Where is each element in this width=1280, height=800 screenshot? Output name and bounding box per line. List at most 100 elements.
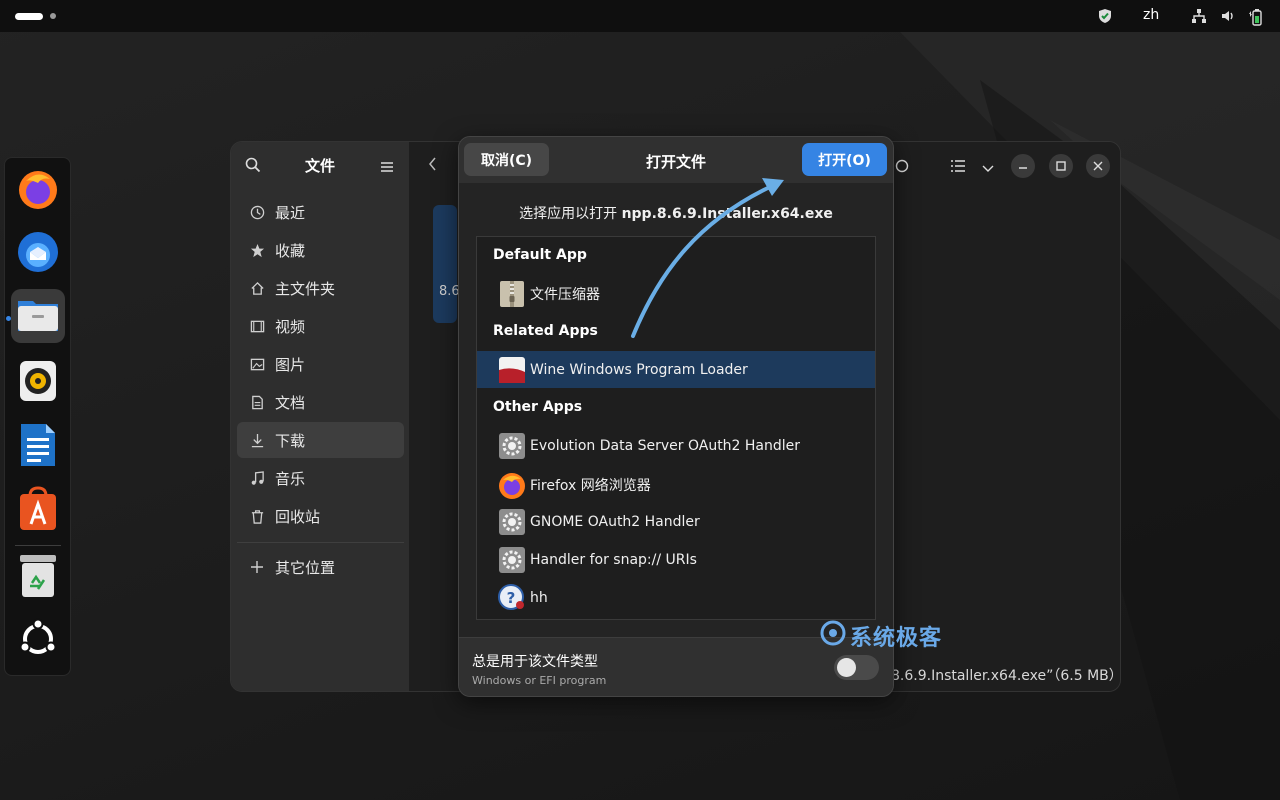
open-with-dialog: 取消(C) 打开文件 打开(O) 选择应用以打开 npp.8.6.9.Insta… <box>458 136 894 697</box>
section-default-app: Default App <box>493 247 587 263</box>
plus-icon <box>249 559 265 575</box>
top-bar: zh <box>0 0 1280 32</box>
app-row-evolution-oauth[interactable]: Evolution Data Server OAuth2 Handler <box>477 427 875 464</box>
dock-trash[interactable] <box>11 551 65 605</box>
sidebar-item-videos[interactable]: 视频 <box>237 308 404 344</box>
dialog-body: 选择应用以打开 npp.8.6.9.Installer.x64.exe Defa… <box>459 183 893 637</box>
sidebar-item-label: 下载 <box>275 431 306 450</box>
minimize-button[interactable] <box>1011 154 1035 178</box>
app-label: GNOME OAuth2 Handler <box>530 513 700 530</box>
dock-thunderbird[interactable] <box>11 226 65 280</box>
archive-icon <box>498 280 526 308</box>
dock-firefox[interactable] <box>11 164 65 218</box>
sidebar-item-recent[interactable]: 最近 <box>237 194 404 230</box>
dock-rhythmbox[interactable] <box>11 356 65 410</box>
app-center-icon <box>18 486 58 536</box>
cancel-button[interactable]: 取消(C) <box>464 143 549 176</box>
dock-show-apps[interactable] <box>11 614 65 668</box>
sidebar-item-label: 音乐 <box>275 469 306 488</box>
app-row-snap-handler[interactable]: Handler for snap:// URIs <box>477 541 875 578</box>
sidebar-item-starred[interactable]: 收藏 <box>237 232 404 268</box>
dock-writer[interactable] <box>11 420 65 474</box>
subtitle-filename: npp.8.6.9.Installer.x64.exe <box>621 206 833 222</box>
app-label: 文件压缩器 <box>530 286 600 303</box>
workspace-indicator-active[interactable] <box>15 13 43 20</box>
document-icon <box>249 394 265 410</box>
section-related-apps: Related Apps <box>493 323 598 339</box>
wine-icon <box>498 356 526 384</box>
close-button[interactable] <box>1086 154 1110 178</box>
sidebar-item-label: 文档 <box>275 393 306 412</box>
input-language[interactable]: zh <box>1143 7 1159 23</box>
sidebar-item-music[interactable]: 音乐 <box>237 460 404 496</box>
file-type-description: Windows or EFI program <box>472 674 607 687</box>
dialog-header: 取消(C) 打开文件 打开(O) <box>459 137 893 183</box>
sidebar-item-other-locations[interactable]: 其它位置 <box>237 549 404 585</box>
sidebar-item-pictures[interactable]: 图片 <box>237 346 404 382</box>
app-row-wine[interactable]: Wine Windows Program Loader <box>477 351 875 388</box>
sidebar-item-home[interactable]: 主文件夹 <box>237 270 404 306</box>
app-row-hh[interactable]: ? hh <box>477 579 875 616</box>
subtitle-prefix: 选择应用以打开 <box>519 206 622 222</box>
always-use-label: 总是用于该文件类型 <box>472 654 598 670</box>
shield-icon[interactable] <box>1097 8 1113 28</box>
always-use-toggle[interactable] <box>834 655 879 680</box>
sidebar-separator <box>237 542 404 543</box>
sidebar-item-label: 视频 <box>275 317 306 336</box>
ubuntu-apps-icon <box>17 618 59 664</box>
help-icon: ? <box>498 583 526 612</box>
file-thumbnail[interactable] <box>433 205 457 323</box>
back-icon[interactable] <box>427 156 437 176</box>
watermark: 系统极客 <box>820 620 942 652</box>
image-icon <box>249 356 265 372</box>
camera-icon[interactable] <box>892 156 910 178</box>
files-icon <box>15 291 61 341</box>
menu-icon[interactable] <box>381 158 393 177</box>
app-label: Wine Windows Program Loader <box>530 361 748 378</box>
sidebar-item-downloads[interactable]: 下载 <box>237 422 404 458</box>
volume-icon[interactable] <box>1220 8 1236 28</box>
section-other-apps: Other Apps <box>493 399 583 415</box>
app-label: Evolution Data Server OAuth2 Handler <box>530 437 801 454</box>
svg-text:?: ? <box>507 589 516 607</box>
maximize-button[interactable] <box>1049 154 1073 178</box>
home-icon <box>249 280 265 296</box>
sidebar-item-label: 图片 <box>275 355 306 374</box>
status-bar-text: 8.6.9.Installer.x64.exe”（6.5 MB） <box>891 668 1121 684</box>
star-icon <box>249 242 265 258</box>
workspace-indicator[interactable] <box>50 13 56 19</box>
dock-app-center[interactable] <box>11 484 65 538</box>
watermark-text: 系统极客 <box>850 626 943 651</box>
rhythmbox-icon <box>18 359 58 407</box>
trash-icon <box>249 508 265 524</box>
app-label: hh <box>530 589 548 606</box>
sidebar-item-label: 最近 <box>275 203 306 222</box>
video-icon <box>249 318 265 334</box>
music-icon <box>249 470 265 486</box>
app-label: Handler for snap:// URIs <box>530 551 697 568</box>
firefox-icon <box>498 471 526 499</box>
gear-icon <box>498 508 526 536</box>
open-button[interactable]: 打开(O) <box>802 143 887 176</box>
download-icon <box>249 432 265 448</box>
chevron-down-icon[interactable] <box>982 159 994 178</box>
clock-icon <box>249 204 265 220</box>
dock <box>4 157 71 676</box>
app-row-gnome-oauth[interactable]: GNOME OAuth2 Handler <box>477 503 875 540</box>
thunderbird-icon <box>15 228 61 278</box>
dock-files[interactable] <box>11 289 65 343</box>
toggle-knob <box>837 658 856 677</box>
app-row-firefox[interactable]: Firefox 网络浏览器 <box>477 466 875 503</box>
gear-icon <box>498 546 526 574</box>
battery-icon[interactable] <box>1247 8 1265 30</box>
app-list: Default App 文件压缩器 Related Apps Wine Wind… <box>476 236 876 620</box>
app-row-archive[interactable]: 文件压缩器 <box>477 275 875 312</box>
sidebar-item-trash[interactable]: 回收站 <box>237 498 404 534</box>
network-icon[interactable] <box>1191 8 1207 28</box>
file-name-partial: 8.6 <box>439 284 460 299</box>
sidebar-item-documents[interactable]: 文档 <box>237 384 404 420</box>
list-view-icon[interactable] <box>951 158 965 177</box>
dock-separator <box>15 545 61 546</box>
sidebar-item-label: 回收站 <box>275 507 321 526</box>
trash-icon <box>18 553 58 603</box>
